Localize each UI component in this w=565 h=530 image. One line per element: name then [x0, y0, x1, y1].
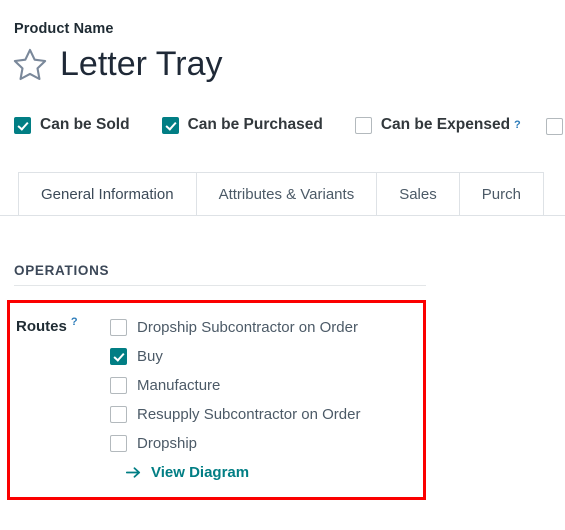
route-item-manufacture[interactable]: Manufacture	[110, 371, 360, 400]
route-checkbox-buy[interactable]	[110, 348, 127, 365]
routes-checkbox-list: Dropship Subcontractor on Order Buy Manu…	[110, 313, 360, 481]
can-be-sold-checkbox[interactable]	[14, 116, 31, 134]
route-checkbox-dropship-subcontractor-on-order[interactable]	[110, 319, 127, 336]
route-label-buy: Buy	[137, 348, 163, 365]
routes-field-label: Routes?	[16, 316, 78, 336]
arrow-right-icon	[126, 466, 143, 479]
tab-purchase-label: Purch	[481, 185, 521, 203]
star-outline-icon[interactable]	[12, 46, 48, 82]
route-label-dropship-subcontractor-on-order: Dropship Subcontractor on Order	[137, 319, 358, 336]
can-be-expensed-label: Can be Expensed	[380, 116, 511, 133]
record-title-row: Letter Tray	[12, 44, 223, 84]
view-diagram-label: View Diagram	[151, 464, 250, 481]
route-checkbox-dropship[interactable]	[110, 435, 127, 452]
can-be-expensed-help-icon[interactable]: ?	[514, 119, 521, 131]
tab-general-information[interactable]: General Information	[18, 172, 197, 215]
tab-purchase[interactable]: Purch	[458, 172, 544, 215]
product-name-label: Product Name	[14, 21, 114, 37]
route-checkbox-resupply-subcontractor-on-order[interactable]	[110, 406, 127, 423]
can-be-purchased-checkbox[interactable]	[161, 116, 179, 134]
route-label-dropship: Dropship	[137, 435, 198, 452]
route-label-resupply-subcontractor-on-order: Resupply Subcontractor on Order	[137, 406, 361, 423]
product-flags-row: Can be Sold Can be Purchased Can be Expe…	[14, 116, 521, 134]
can-be-expensed-checkbox[interactable]	[354, 116, 372, 134]
routes-label-text: Routes	[16, 318, 67, 335]
can-be-purchased-label: Can be Purchased	[187, 116, 323, 133]
route-item-dropship[interactable]: Dropship	[110, 429, 360, 458]
route-label-manufacture: Manufacture	[137, 377, 221, 394]
edge-clipped-checkbox[interactable]	[546, 118, 563, 135]
routes-help-icon[interactable]: ?	[71, 316, 78, 328]
tab-sales[interactable]: Sales	[376, 172, 460, 215]
flag-can-be-sold[interactable]: Can be Sold	[14, 116, 130, 134]
page-title: Letter Tray	[60, 45, 223, 83]
notebook-tab-strip: General Information Attributes & Variant…	[0, 172, 565, 216]
tab-sales-label: Sales	[399, 185, 437, 203]
operations-group-title: OPERATIONS	[14, 263, 426, 286]
flag-can-be-expensed[interactable]: Can be Expensed ?	[354, 116, 521, 134]
flag-can-be-purchased[interactable]: Can be Purchased	[161, 116, 323, 134]
tab-list: General Information Attributes & Variant…	[0, 172, 565, 215]
route-item-resupply-subcontractor-on-order[interactable]: Resupply Subcontractor on Order	[110, 400, 360, 429]
tab-general-information-label: General Information	[41, 185, 174, 203]
tab-attributes-variants-label: Attributes & Variants	[218, 185, 355, 203]
route-checkbox-manufacture[interactable]	[110, 377, 127, 394]
route-item-dropship-subcontractor-on-order[interactable]: Dropship Subcontractor on Order	[110, 313, 360, 342]
can-be-sold-label: Can be Sold	[40, 116, 130, 133]
view-diagram-link[interactable]: View Diagram	[126, 464, 360, 481]
route-item-buy[interactable]: Buy	[110, 342, 360, 371]
tab-attributes-variants[interactable]: Attributes & Variants	[195, 172, 378, 215]
